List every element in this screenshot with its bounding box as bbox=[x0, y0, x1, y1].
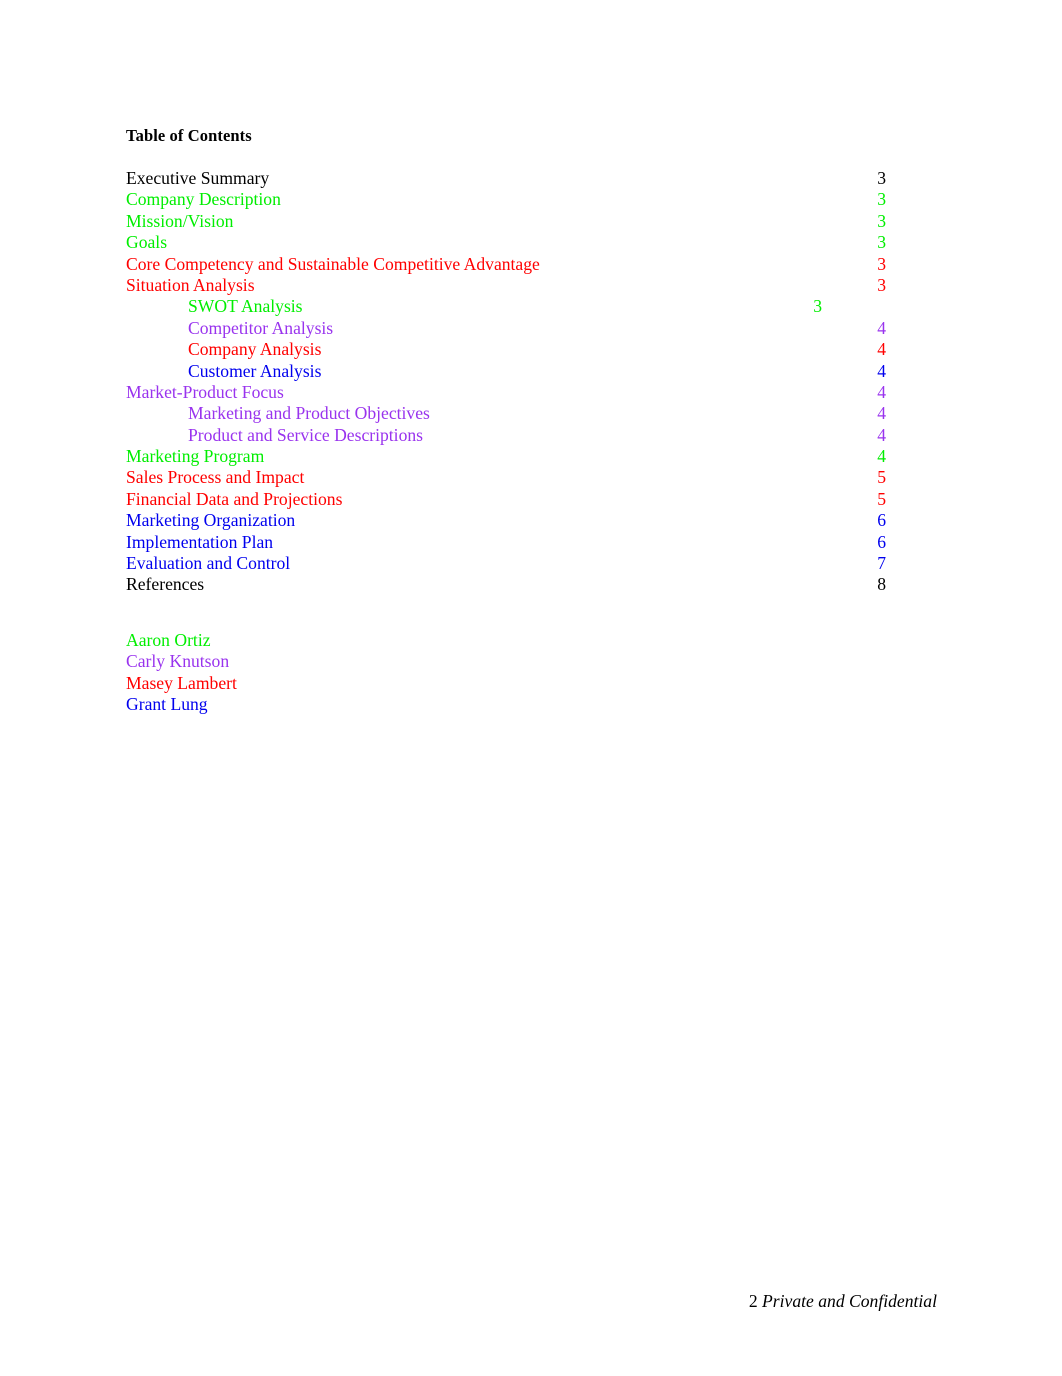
toc-entry-page-number: 3 bbox=[877, 274, 886, 295]
footer-page-number: 2 bbox=[748, 1291, 758, 1311]
toc-entry[interactable]: SWOT Analysis 3 bbox=[126, 296, 886, 317]
toc-entry-page-number: 3 bbox=[877, 168, 886, 188]
toc-entry[interactable]: Company Analysis 4 bbox=[126, 339, 886, 360]
toc-entry-page-number: 3 bbox=[877, 210, 886, 231]
author-name: Carly Knutson bbox=[126, 651, 230, 672]
author-name: Masey Lambert bbox=[126, 672, 237, 693]
toc-entry-page-number: 4 bbox=[877, 360, 886, 381]
toc-entry[interactable]: Situation Analysis 3 bbox=[126, 275, 886, 296]
toc-entry-title[interactable]: Sales Process and Impact bbox=[126, 467, 304, 488]
toc-entry[interactable]: Competitor Analysis 4 bbox=[126, 318, 886, 339]
toc-entry-title[interactable]: Goals bbox=[126, 232, 167, 253]
toc-entry-page-number: 4 bbox=[877, 403, 886, 424]
toc-entry-title[interactable]: Competitor Analysis bbox=[126, 318, 333, 339]
toc-entry-page-number: 7 bbox=[877, 553, 886, 574]
toc-entry-title[interactable]: Core Competency and Sustainable Competit… bbox=[126, 254, 540, 275]
toc-entry[interactable]: Evaluation and Control 7 bbox=[126, 553, 886, 574]
toc-entry-title[interactable]: Situation Analysis bbox=[126, 275, 255, 296]
toc-entry[interactable]: Marketing and Product Objectives 4 bbox=[126, 403, 886, 424]
toc-entry[interactable]: Marketing Program 4 bbox=[126, 446, 886, 467]
toc-entry[interactable]: Mission/Vision 3 bbox=[126, 211, 886, 232]
toc-entry-title[interactable]: SWOT Analysis bbox=[126, 296, 303, 317]
footer-confidential-label: Private and Confidential bbox=[758, 1291, 937, 1311]
toc-entry[interactable]: Product and Service Descriptions 4 bbox=[126, 425, 886, 446]
toc-entry-title[interactable]: Mission/Vision bbox=[126, 211, 233, 232]
toc-entry-page-number: 4 bbox=[877, 381, 886, 402]
toc-entry-title[interactable]: Financial Data and Projections bbox=[126, 489, 342, 510]
toc-entry-page-number: 3 bbox=[877, 189, 886, 210]
toc-entry-page-number: 3 bbox=[877, 232, 886, 253]
page-title: Table of Contents bbox=[126, 126, 252, 145]
author-name: Grant Lung bbox=[126, 694, 208, 715]
toc-entry-page-number: 8 bbox=[877, 574, 886, 595]
document-page: Table of Contents Executive Summary 3 Comp… bbox=[0, 0, 1062, 1376]
toc-entry-page-number: 4 bbox=[877, 317, 886, 338]
toc-entry[interactable]: Customer Analysis 4 bbox=[126, 361, 886, 382]
toc-entry-page-number: 4 bbox=[877, 339, 886, 360]
toc-entry-title[interactable]: Executive Summary bbox=[126, 168, 269, 189]
toc-entry-title[interactable]: Marketing Program bbox=[126, 446, 264, 467]
toc-entry-page-number: 5 bbox=[877, 467, 886, 488]
toc-entry-page-number: 6 bbox=[877, 531, 886, 552]
toc-entry[interactable]: Implementation Plan 6 bbox=[126, 532, 886, 553]
toc-entry-title[interactable]: Marketing Organization bbox=[126, 510, 295, 531]
toc-entry-title[interactable]: Company Description bbox=[126, 189, 281, 210]
toc-entry-title[interactable]: Company Analysis bbox=[126, 339, 321, 360]
toc-entry[interactable]: Executive Summary 3 bbox=[126, 168, 886, 189]
toc-entry[interactable]: Goals 3 bbox=[126, 232, 886, 253]
authors-list: Aaron Ortiz Carly Knutson Masey Lambert Gra… bbox=[126, 630, 626, 716]
toc-entry-title[interactable]: Marketing and Product Objectives bbox=[126, 403, 430, 424]
toc-entry[interactable]: References 8 bbox=[126, 574, 886, 595]
toc-entry[interactable]: Sales Process and Impact 5 bbox=[126, 467, 886, 488]
toc-entry[interactable]: Financial Data and Projections 5 bbox=[126, 489, 886, 510]
toc-entry-title[interactable]: Implementation Plan bbox=[126, 532, 273, 553]
toc-entry[interactable]: Company Description 3 bbox=[126, 189, 886, 210]
toc-entry-title[interactable]: Market-Product Focus bbox=[126, 382, 284, 403]
table-of-contents-list: Executive Summary 3 Company Description 3 Mi… bbox=[126, 168, 886, 596]
toc-entry-page-number: 3 bbox=[877, 253, 886, 274]
toc-entry-page-number: 4 bbox=[877, 446, 886, 467]
toc-entry[interactable]: Marketing Organization 6 bbox=[126, 510, 886, 531]
toc-entry-page-number: 3 bbox=[813, 296, 822, 317]
toc-entry-title[interactable]: Product and Service Descriptions bbox=[126, 425, 423, 446]
footer-confidential-text: Private and Confidential bbox=[762, 1291, 937, 1311]
footer-text: 2 Private and Confidential bbox=[749, 1291, 937, 1312]
toc-entry-page-number: 4 bbox=[877, 424, 886, 445]
toc-entry-page-number: 6 bbox=[877, 510, 886, 531]
toc-entry-title[interactable]: References bbox=[126, 574, 204, 595]
toc-entry-title[interactable]: Evaluation and Control bbox=[126, 553, 290, 574]
toc-entry[interactable]: Market-Product Focus 4 bbox=[126, 382, 886, 403]
toc-entry[interactable]: Core Competency and Sustainable Competit… bbox=[126, 254, 886, 275]
author-name: Aaron Ortiz bbox=[126, 630, 211, 650]
toc-entry-page-number: 5 bbox=[877, 488, 886, 509]
toc-entry-title[interactable]: Customer Analysis bbox=[126, 361, 321, 382]
